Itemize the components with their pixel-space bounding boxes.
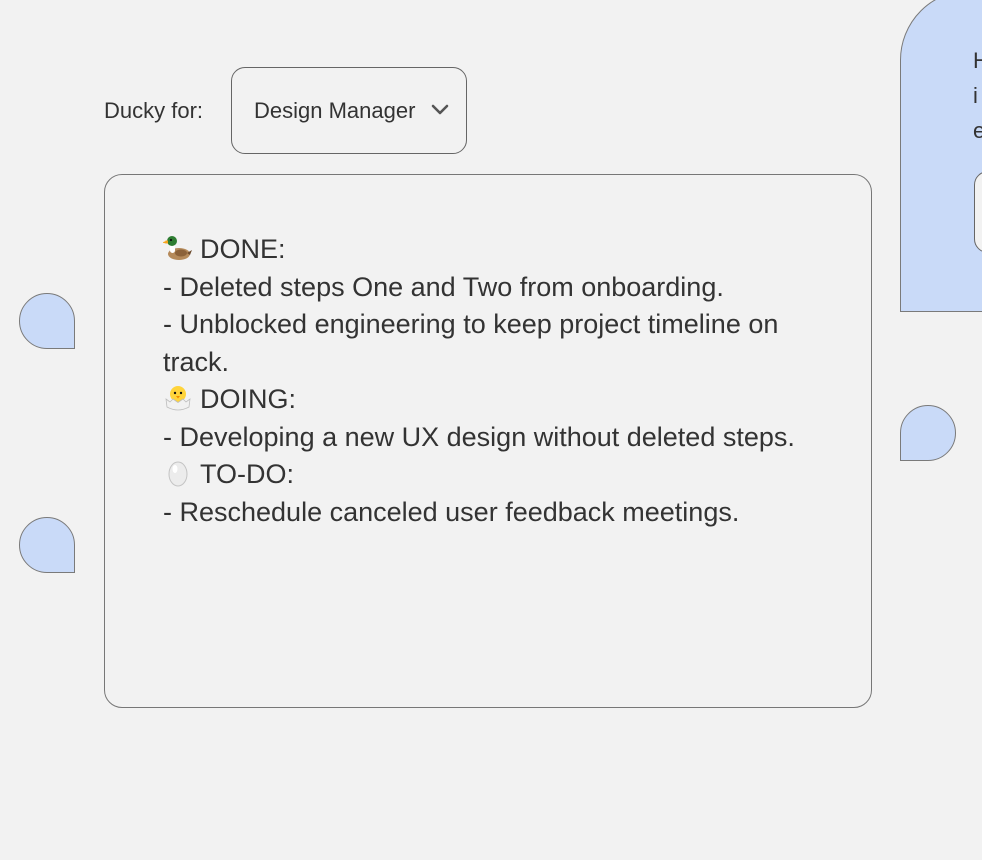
chevron-down-icon — [431, 104, 449, 115]
list-item: - Deleted steps One and Two from onboard… — [163, 271, 724, 302]
ducky-for-label: Ducky for: — [104, 98, 204, 123]
standup-output-text: DONE: - Deleted steps One and Two from o… — [163, 231, 823, 531]
role-select[interactable]: Design Manager — [231, 67, 467, 154]
side-panel: H i e — [900, 0, 982, 312]
hatching-chick-icon — [165, 386, 191, 411]
role-select-value: Design Manager — [254, 97, 416, 123]
section-heading-text: DONE: — [200, 234, 286, 264]
side-panel-text: H i e — [973, 48, 982, 143]
list-item: - Unblocked engineering to keep project … — [163, 309, 779, 377]
duck-icon — [163, 236, 192, 260]
section-heading: TO-DO: — [163, 456, 823, 494]
section-heading: DONE: — [163, 231, 823, 269]
section-heading: DOING: — [163, 381, 823, 419]
section-heading-text: DOING: — [200, 384, 297, 414]
decorative-bubble — [19, 293, 75, 349]
section-heading-text: TO-DO: — [200, 459, 294, 489]
decorative-bubble — [19, 517, 75, 573]
side-panel-input[interactable] — [974, 171, 982, 253]
egg-icon — [168, 461, 188, 487]
decorative-bubble — [900, 405, 956, 461]
list-item: - Developing a new UX design without del… — [163, 421, 795, 452]
list-item: - Reschedule canceled user feedback meet… — [163, 496, 740, 527]
standup-output-card: DONE: - Deleted steps One and Two from o… — [104, 174, 872, 708]
